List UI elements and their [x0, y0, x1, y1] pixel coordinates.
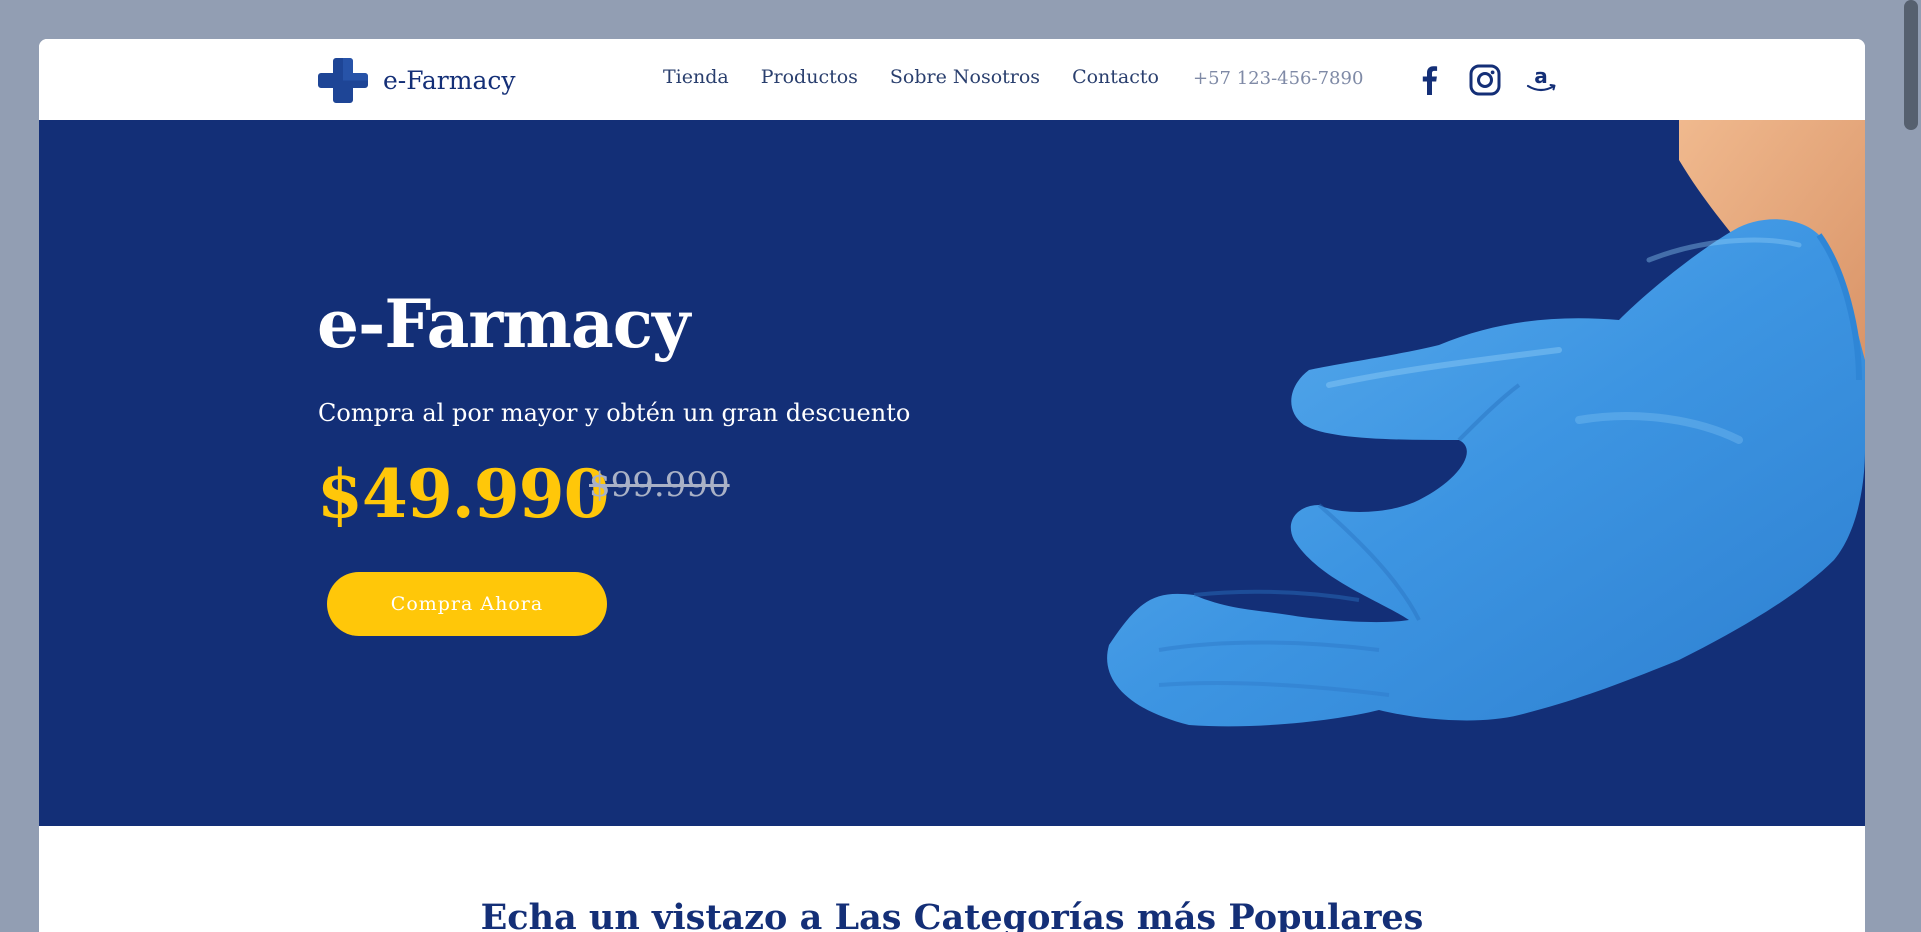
gloved-hand-image	[1107, 120, 1865, 727]
brand-name: e-Farmacy	[383, 65, 516, 95]
categories-heading: Echa un vistazo a Las Categorías más Pop…	[480, 897, 1424, 932]
current-price: $49.990	[317, 455, 610, 533]
site-header: e-Farmacy Tienda Productos Sobre Nosotro…	[39, 39, 1865, 120]
facebook-link[interactable]	[1411, 62, 1447, 98]
hero-subtitle: Compra al por mayor y obtén un gran desc…	[318, 399, 911, 427]
facebook-icon	[1422, 66, 1438, 95]
amazon-icon: a	[1526, 64, 1556, 92]
main-nav: Tienda Productos Sobre Nosotros Contacto	[663, 66, 1159, 88]
nav-link-contacto[interactable]: Contacto	[1072, 66, 1159, 88]
phone-number[interactable]: +57 123-456-7890	[1193, 68, 1363, 89]
hero-title: e-Farmacy	[317, 285, 690, 363]
nav-link-productos[interactable]: Productos	[761, 66, 858, 88]
hero-banner: e-Farmacy Compra al por mayor y obtén un…	[39, 120, 1865, 826]
page-container: e-Farmacy Tienda Productos Sobre Nosotro…	[39, 39, 1865, 932]
scrollbar-thumb[interactable]	[1904, 0, 1918, 130]
medical-cross-icon	[318, 58, 368, 103]
instagram-link[interactable]	[1467, 62, 1503, 98]
nav-link-tienda[interactable]: Tienda	[663, 66, 729, 88]
instagram-icon	[1469, 64, 1501, 96]
original-price: $99.990	[589, 465, 730, 505]
nav-link-sobre-nosotros[interactable]: Sobre Nosotros	[890, 66, 1040, 88]
buy-now-button[interactable]: Compra Ahora	[327, 572, 607, 636]
amazon-link[interactable]: a	[1523, 62, 1559, 98]
svg-text:a: a	[1534, 64, 1548, 88]
social-links: a	[1411, 62, 1559, 98]
brand-logo-link[interactable]: e-Farmacy	[318, 55, 515, 105]
page-scrollbar[interactable]	[1901, 0, 1921, 932]
